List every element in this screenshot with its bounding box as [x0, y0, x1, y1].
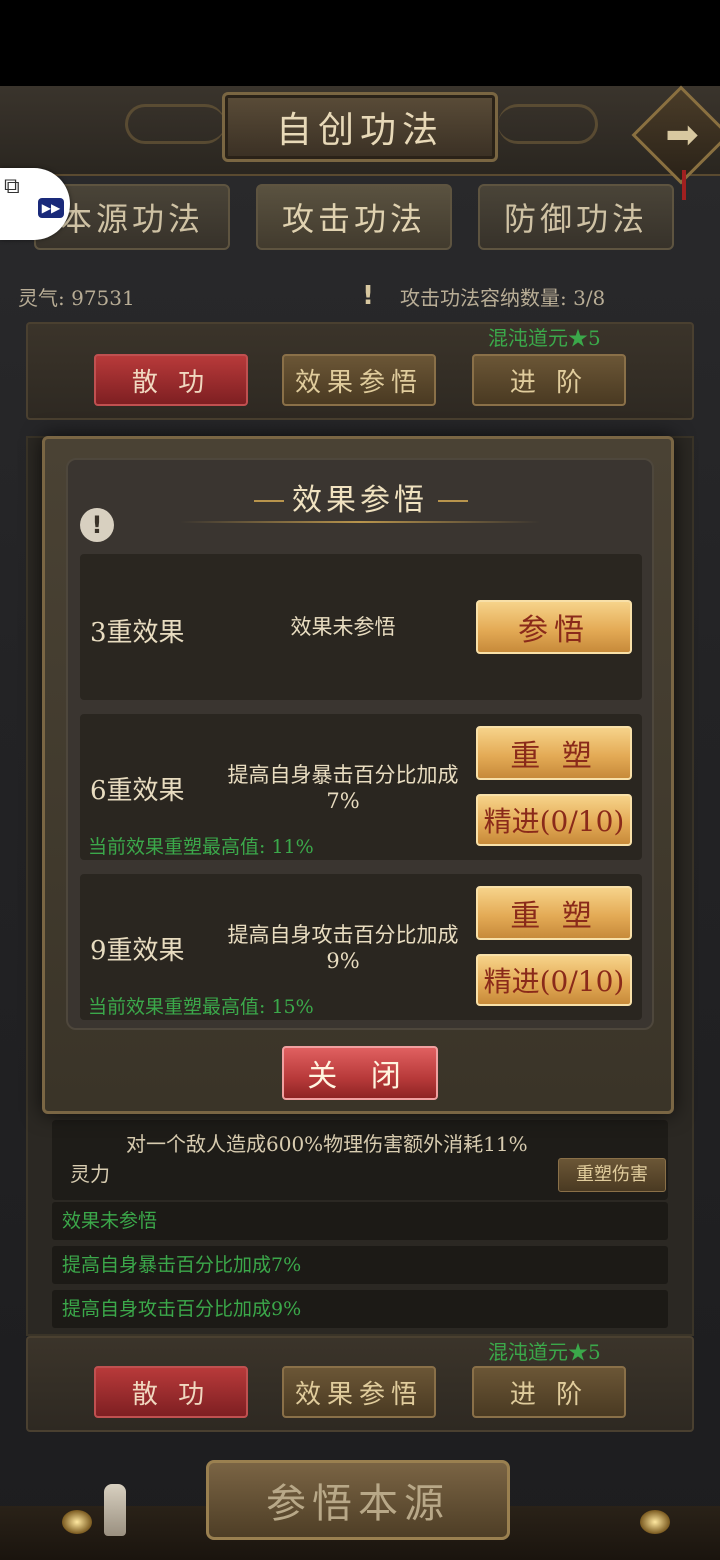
refine-button[interactable]: 精进(0/10): [476, 954, 632, 1006]
effect-level: 9重效果: [90, 936, 185, 966]
refine-button[interactable]: 精进(0/10): [476, 794, 632, 846]
effect-level: 6重效果: [90, 776, 185, 806]
status-bar: [0, 0, 720, 86]
reshape-button[interactable]: 重 塑: [476, 726, 632, 780]
reshape-max-value: 当前效果重塑最高值: 15%: [88, 996, 314, 1018]
effect-row-3: 3重效果 效果未参悟 参悟: [80, 554, 642, 700]
title-divider: [180, 521, 540, 523]
effect-row-6: 6重效果 提高自身暴击百分比加成7% 当前效果重塑最高值: 11% 重 塑 精进…: [80, 714, 642, 860]
effect-text: 提高自身暴击百分比加成7%: [227, 763, 459, 813]
effect-text: 效果未参悟: [290, 615, 396, 639]
info-icon[interactable]: !: [80, 508, 114, 542]
game-screen: 自创功法 ➡ 本源功法 攻击功法 防御功法 ⧉ ▶▶ 灵气: 97531 ! 攻…: [0, 0, 720, 1560]
effect-level: 3重效果: [90, 618, 185, 648]
close-button[interactable]: 关 闭: [282, 1046, 438, 1100]
reshape-button[interactable]: 重 塑: [476, 886, 632, 940]
reshape-max-value: 当前效果重塑最高值: 11%: [88, 836, 314, 858]
effect-text: 提高自身攻击百分比加成9%: [227, 923, 459, 973]
effect-row-9: 9重效果 提高自身攻击百分比加成9% 当前效果重塑最高值: 15% 重 塑 精进…: [80, 874, 642, 1020]
comprehend-button[interactable]: 参悟: [476, 600, 632, 654]
dialog-title: 效果参悟: [292, 483, 428, 518]
